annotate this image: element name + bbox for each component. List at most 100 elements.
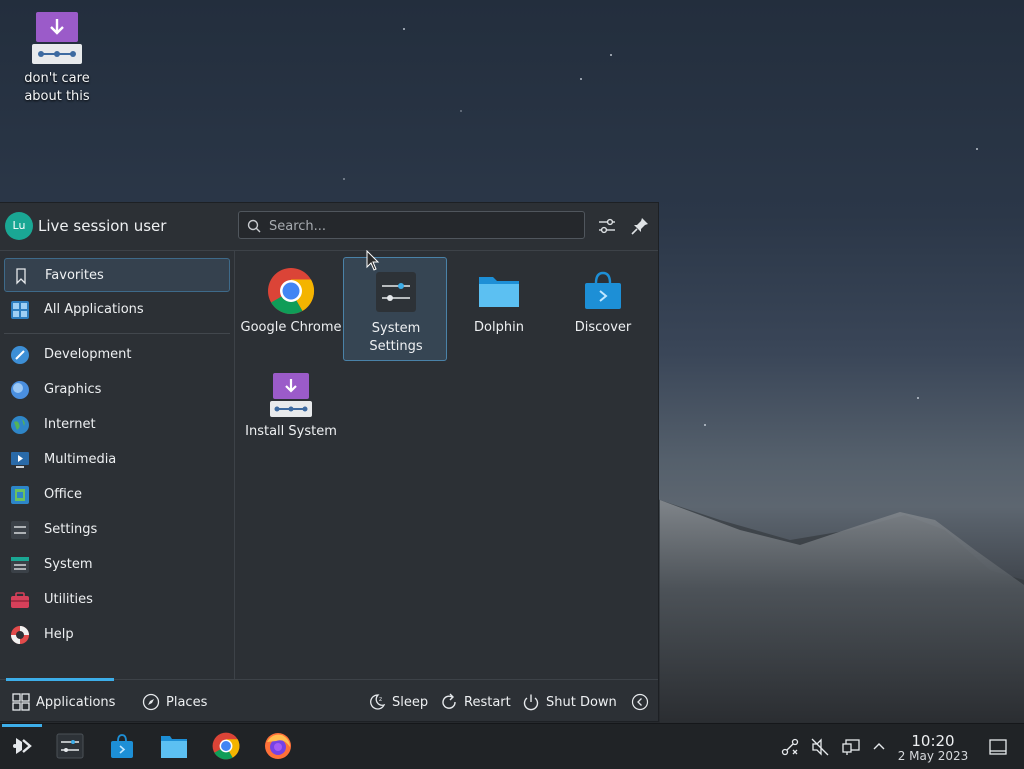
taskbar-dolphin[interactable]	[152, 724, 196, 769]
show-desktop-icon	[989, 739, 1007, 755]
sidebar-item-favorites[interactable]: Favorites	[4, 258, 230, 292]
sidebar-item-office[interactable]: Office	[4, 478, 230, 512]
firefox-icon	[264, 732, 292, 760]
configure-button[interactable]	[596, 215, 618, 237]
system-settings-icon	[56, 732, 84, 760]
show-hidden-icons-button[interactable]	[869, 737, 889, 757]
active-indicator	[2, 724, 42, 727]
expand-tray-icon	[873, 743, 885, 750]
digital-clock[interactable]: 10:20 2 May 2023	[896, 733, 970, 764]
sidebar-divider	[4, 333, 230, 334]
display-tray-button[interactable]	[841, 737, 861, 757]
sidebar-item-label: All Applications	[44, 302, 144, 317]
chevron-left-circle-icon	[631, 693, 649, 711]
sleep-button[interactable]: z Sleep	[368, 680, 428, 724]
restart-button[interactable]: Restart	[440, 680, 511, 724]
taskbar-system-settings[interactable]	[48, 724, 92, 769]
user-name: Live session user	[38, 217, 167, 235]
sidebar-item-label: Graphics	[44, 382, 102, 397]
sidebar-item-label: Development	[44, 347, 132, 362]
sidebar-item-multimedia[interactable]: Multimedia	[4, 443, 230, 477]
sidebar-item-label: Multimedia	[44, 452, 117, 467]
app-label: Discover	[574, 320, 632, 335]
compass-icon	[142, 693, 160, 711]
app-label: System Settings	[369, 321, 423, 354]
app-label: Install System	[245, 424, 337, 439]
toolbox-icon	[10, 590, 30, 610]
tab-applications[interactable]: Applications	[12, 680, 116, 724]
office-icon	[10, 485, 30, 505]
clock-time: 10:20	[911, 732, 955, 750]
user-avatar[interactable]: Lu	[5, 212, 33, 240]
dolphin-icon	[160, 732, 188, 760]
graphics-icon	[10, 380, 30, 400]
sidebar-item-help[interactable]: Help	[4, 618, 230, 652]
button-label: Shut Down	[546, 695, 617, 710]
sidebar-item-label: Settings	[44, 522, 98, 537]
tab-places[interactable]: Places	[142, 680, 212, 724]
sidebar-item-development[interactable]: Development	[4, 338, 230, 372]
bookmark-icon	[11, 266, 31, 286]
sidebar-item-label: Office	[44, 487, 82, 502]
taskbar-discover[interactable]	[100, 724, 144, 769]
sidebar-item-utilities[interactable]: Utilities	[4, 583, 230, 617]
mouse-cursor-icon	[366, 250, 380, 271]
more-power-options-button[interactable]	[631, 680, 651, 724]
app-label: Google Chrome	[240, 320, 342, 335]
lifebuoy-icon	[10, 625, 30, 645]
kde-launcher-icon	[8, 732, 36, 760]
search-input[interactable]	[267, 215, 571, 237]
app-dolphin[interactable]: Dolphin	[447, 257, 551, 361]
sidebar-item-settings[interactable]: Settings	[4, 513, 230, 547]
svg-text:z: z	[379, 696, 382, 703]
sleep-icon: z	[368, 693, 386, 711]
restart-icon	[440, 693, 458, 711]
network-tray-button[interactable]	[780, 737, 800, 757]
clock-date: 2 May 2023	[897, 749, 969, 763]
chrome-icon	[212, 732, 240, 760]
install-system-icon	[267, 371, 315, 419]
network-icon	[781, 738, 799, 756]
volume-tray-button[interactable]	[810, 737, 830, 757]
grid-icon	[12, 693, 30, 711]
multimedia-icon	[10, 450, 30, 470]
launcher-footer: Applications Places z Sleep Restart Shut…	[0, 678, 658, 724]
sidebar-item-label: Utilities	[44, 592, 93, 607]
install-system-icon	[30, 10, 84, 66]
pin-icon	[631, 218, 648, 235]
app-install-system[interactable]: Install System	[239, 361, 343, 465]
sidebar-item-graphics[interactable]: Graphics	[4, 373, 230, 407]
discover-icon	[108, 732, 136, 760]
sidebar-item-internet[interactable]: Internet	[4, 408, 230, 442]
app-label: Dolphin	[474, 320, 524, 335]
grid-apps-icon	[10, 300, 30, 320]
sidebar-item-system[interactable]: System	[4, 548, 230, 582]
dolphin-folder-icon	[475, 267, 523, 315]
application-launcher: Lu Live session user Favorites	[0, 202, 659, 722]
desktop-icon-install-system[interactable]: don't care about this	[4, 10, 110, 106]
button-label: Sleep	[392, 695, 429, 710]
app-discover[interactable]: Discover	[551, 257, 655, 361]
application-launcher-button[interactable]	[0, 724, 44, 769]
system-settings-icon	[372, 268, 420, 316]
discover-bag-icon	[579, 267, 627, 315]
system-icon	[10, 555, 30, 575]
taskbar-firefox[interactable]	[256, 724, 300, 769]
search-box[interactable]	[238, 211, 585, 239]
sidebar-item-label: Favorites	[45, 268, 104, 283]
volume-muted-icon	[811, 738, 829, 756]
show-desktop-button[interactable]	[988, 737, 1008, 757]
pin-button[interactable]	[629, 215, 651, 237]
app-system-settings[interactable]: System Settings	[343, 257, 447, 361]
globe-icon	[10, 415, 30, 435]
sidebar-item-label: Internet	[44, 417, 96, 432]
taskbar-chrome[interactable]	[204, 724, 248, 769]
tab-label: Places	[166, 695, 208, 710]
sidebar-item-all-applications[interactable]: All Applications	[4, 293, 230, 327]
shutdown-button[interactable]: Shut Down	[522, 680, 617, 724]
launcher-sidebar: Favorites All Applications Development G…	[0, 251, 235, 679]
app-google-chrome[interactable]: Google Chrome	[239, 257, 343, 361]
launcher-header: Lu Live session user	[0, 203, 658, 251]
sliders-icon	[599, 218, 615, 234]
button-label: Restart	[464, 695, 511, 710]
